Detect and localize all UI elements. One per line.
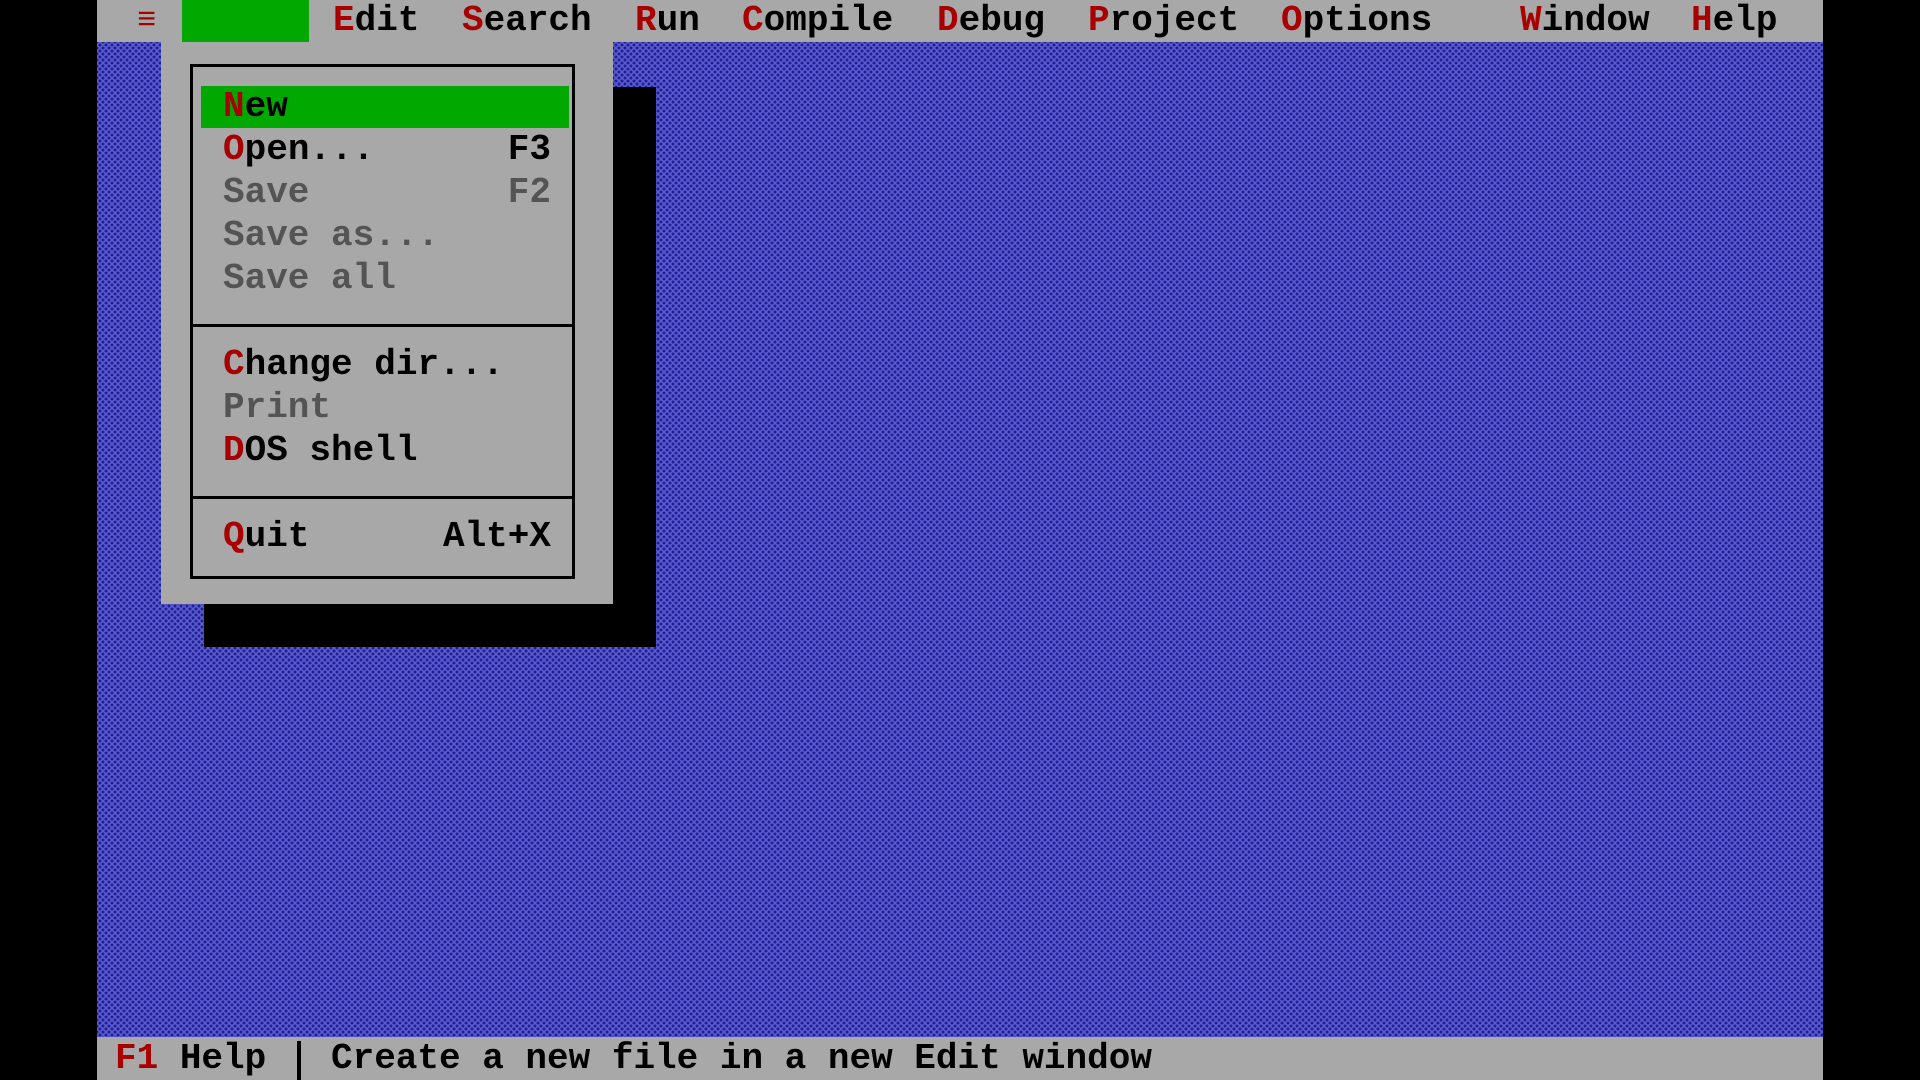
menu-edit[interactable]: Edit <box>333 0 419 42</box>
file-menu-dropdown: New Open... F3 Save F2 Save as... Save a… <box>161 42 613 604</box>
file-menu-quit[interactable]: Quit Alt+X <box>201 516 569 558</box>
menu-compile[interactable]: Compile <box>742 0 893 42</box>
menu-debug[interactable]: Debug <box>937 0 1045 42</box>
menu-window[interactable]: Window <box>1520 0 1650 42</box>
menu-help[interactable]: Help <box>1691 0 1777 42</box>
file-menu-dos-shell[interactable]: DOS shell <box>201 430 569 472</box>
menu-search[interactable]: Search <box>462 0 592 42</box>
file-menu-open[interactable]: Open... F3 <box>201 129 569 171</box>
menu-file[interactable]: File <box>182 0 309 83</box>
file-menu-change-dir[interactable]: Change dir... <box>201 344 569 386</box>
ide-screen: ≡ File Edit Search Run Compile Debug Pro… <box>97 0 1823 1080</box>
file-menu-save-as[interactable]: Save as... <box>201 215 569 257</box>
menu-run[interactable]: Run <box>635 0 700 42</box>
status-help-hint[interactable]: F1 Help <box>115 1037 266 1080</box>
file-menu-print[interactable]: Print <box>201 387 569 429</box>
file-menu-new[interactable]: New <box>201 86 569 128</box>
file-menu-save-all[interactable]: Save all <box>201 258 569 300</box>
menu-options[interactable]: Options <box>1281 0 1432 42</box>
system-menu-icon[interactable]: ≡ <box>137 0 156 42</box>
menu-bar: ≡ File Edit Search Run Compile Debug Pro… <box>97 0 1823 83</box>
status-bar: F1 Help Create a new file in a new Edit … <box>97 1037 1823 1080</box>
status-message: Create a new file in a new Edit window <box>331 1038 1152 1079</box>
status-divider <box>297 1041 301 1080</box>
menu-project[interactable]: Project <box>1088 0 1239 42</box>
file-menu-save[interactable]: Save F2 <box>201 172 569 214</box>
